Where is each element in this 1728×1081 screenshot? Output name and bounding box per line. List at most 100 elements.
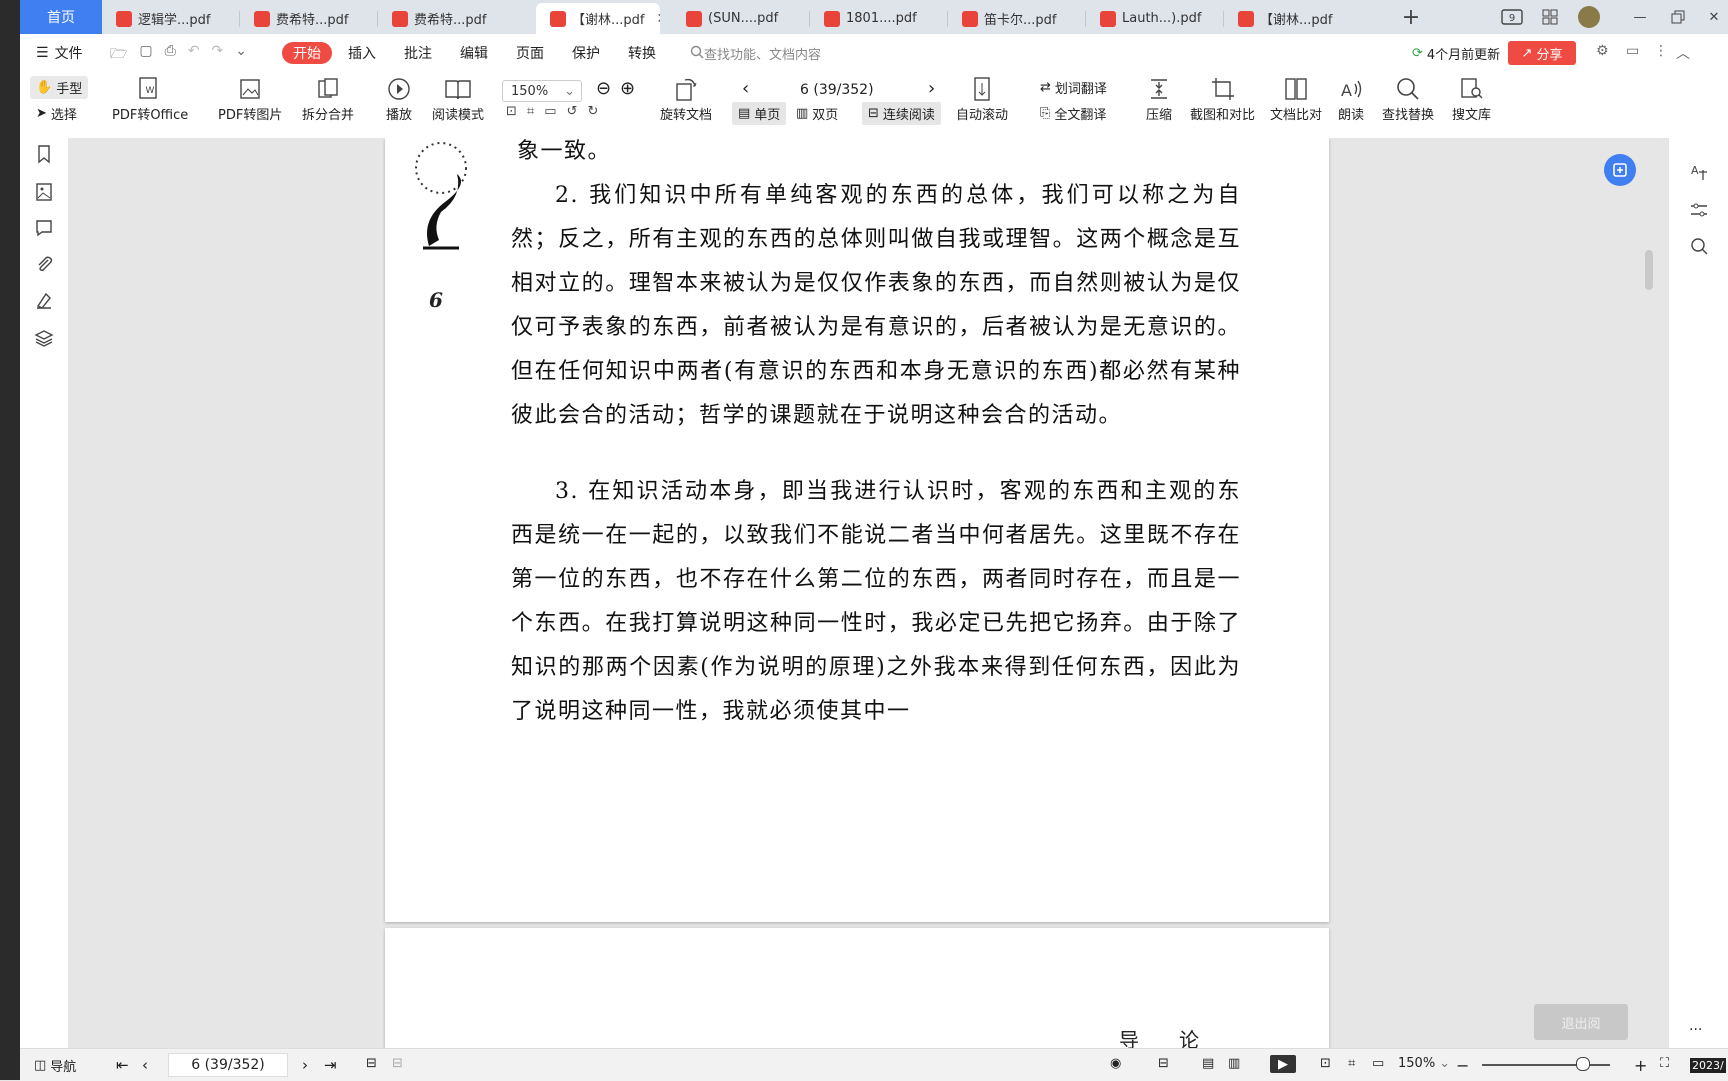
hand-tool-button[interactable]: ✋ 手型 — [30, 76, 89, 99]
layers-icon[interactable] — [34, 328, 54, 348]
search-input[interactable]: 查找功能、文档内容 — [704, 44, 821, 63]
zoom-slider[interactable] — [1482, 1064, 1610, 1066]
menu-start[interactable]: 开始 — [282, 42, 332, 64]
tab-document[interactable]: (SUN....pdf — [672, 3, 810, 34]
zoom-slider-handle[interactable] — [1576, 1057, 1590, 1071]
eye-protection-icon[interactable]: ◉ — [1110, 1056, 1121, 1071]
restore-icon[interactable] — [1666, 6, 1690, 28]
doc-compare-button[interactable]: 文档比对 — [1270, 74, 1322, 123]
prev-page-icon[interactable]: ‹ — [742, 78, 749, 99]
search-icon[interactable] — [690, 45, 704, 59]
zoom-in-icon[interactable]: + — [1634, 1056, 1647, 1075]
read-mode-button[interactable]: 阅读模式 — [432, 74, 484, 123]
next-page-icon[interactable]: › — [302, 1056, 308, 1074]
zoom-select[interactable]: 150% ⌄ — [502, 80, 582, 102]
double-view-icon[interactable]: ▥ — [1228, 1056, 1240, 1071]
tab-document[interactable]: 1801....pdf — [810, 3, 948, 34]
screenshot-compare-button[interactable]: 截图和对比 — [1190, 74, 1255, 123]
translate-icon[interactable]: A — [1689, 162, 1709, 182]
single-view-icon[interactable]: ▤ — [1202, 1056, 1214, 1071]
pdf-to-image-button[interactable]: PDF转图片 — [218, 74, 282, 123]
tab-document[interactable]: 笛卡尔...pdf — [948, 3, 1086, 34]
search-library-button[interactable]: 搜文库 — [1452, 74, 1491, 123]
zoom-level[interactable]: 150% ⌄ — [1398, 1056, 1450, 1071]
fit-width-icon[interactable]: ▭ — [544, 104, 556, 119]
actual-size-icon[interactable]: ⊡ — [506, 104, 517, 119]
zoom-out-icon[interactable]: − — [1456, 1056, 1469, 1075]
last-page-icon[interactable]: ⇥ — [324, 1056, 337, 1074]
find-replace-button[interactable]: 查找替换 — [1382, 74, 1434, 123]
double-page-button[interactable]: ▥ 双页 — [796, 104, 838, 123]
menu-convert[interactable]: 转换 — [628, 43, 656, 63]
menu-edit[interactable]: 编辑 — [460, 43, 488, 63]
file-menu[interactable]: ☰ 文件 — [36, 43, 83, 63]
redo-icon[interactable]: ↷ — [212, 43, 224, 67]
back-view-icon[interactable]: ⊟ — [366, 1056, 377, 1071]
menu-page[interactable]: 页面 — [516, 43, 544, 63]
menu-protect[interactable]: 保护 — [572, 43, 600, 63]
full-translate-button[interactable]: ⎘ 全文翻译 — [1040, 104, 1106, 123]
settings-icon[interactable]: ⚙ — [1596, 43, 1609, 59]
document-viewport[interactable]: 6 象一致。 2. 我们知识中所有单纯客观的东西的总体，我们可以称之为自然；反之… — [68, 138, 1654, 1048]
page-count-icon[interactable]: 9 — [1500, 6, 1524, 28]
continuous-read-button[interactable]: ⊟ 连续阅读 — [862, 102, 941, 125]
exit-reading-button[interactable]: 退出阅 — [1534, 1004, 1628, 1040]
tab-document-active[interactable]: 【谢林...pdf ✕ — [536, 3, 660, 34]
prev-page-icon[interactable]: ‹ — [142, 1056, 148, 1074]
tab-document[interactable]: 【谢林...pdf — [1224, 3, 1362, 34]
fit-page-icon[interactable]: ⌗ — [527, 104, 534, 119]
continuous-view-icon[interactable]: ⊟ — [1158, 1056, 1169, 1071]
fullscreen-icon[interactable]: ⛶ — [1660, 1056, 1669, 1071]
menu-annotate[interactable]: 批注 — [404, 43, 432, 63]
next-page-icon[interactable]: › — [928, 78, 935, 99]
save-icon[interactable]: ▢ — [139, 43, 152, 67]
tab-document[interactable]: Lauth...).pdf — [1086, 3, 1224, 34]
play-button[interactable]: 播放 — [386, 74, 412, 123]
play-slideshow-icon[interactable]: ▶ — [1270, 1055, 1296, 1073]
bookmark-icon[interactable] — [34, 144, 54, 164]
word-translate-button[interactable]: ⇄ 划词翻译 — [1040, 78, 1107, 97]
select-tool-button[interactable]: ➤ 选择 — [36, 104, 77, 123]
actual-size-icon[interactable]: ⊡ — [1320, 1056, 1331, 1071]
close-window-icon[interactable]: ✕ — [1702, 6, 1726, 28]
apps-grid-icon[interactable] — [1538, 6, 1562, 28]
fit-width-icon[interactable]: ▭ — [1372, 1056, 1384, 1071]
update-status[interactable]: ⟳ 4个月前更新 — [1412, 44, 1500, 63]
more-vertical-icon[interactable]: ⋮ — [1654, 43, 1668, 59]
sliders-icon[interactable] — [1689, 200, 1709, 220]
user-avatar[interactable] — [1576, 6, 1602, 28]
zoom-in-icon[interactable]: ⊕ — [620, 78, 635, 99]
page-indicator[interactable]: 6 (39/352) — [800, 82, 874, 98]
single-page-button[interactable]: ▤ 单页 — [732, 102, 787, 125]
undo-icon[interactable]: ↶ — [188, 43, 200, 67]
add-tab-icon[interactable]: + — [1398, 4, 1424, 30]
convert-float-icon[interactable] — [1604, 154, 1636, 186]
print-icon[interactable]: ⎙ — [165, 43, 176, 67]
collapse-ribbon-icon[interactable]: ︿ — [1676, 43, 1690, 63]
attachment-icon[interactable] — [34, 254, 54, 274]
minimize-icon[interactable]: — — [1628, 6, 1652, 28]
auto-scroll-button[interactable]: 自动滚动 — [956, 74, 1008, 123]
navigation-toggle[interactable]: ◫ 导航 — [34, 1056, 76, 1075]
first-page-icon[interactable]: ⇤ — [116, 1056, 129, 1074]
fit-window-icon[interactable]: ⌗ — [1348, 1056, 1355, 1071]
split-merge-button[interactable]: 拆分合并 — [302, 74, 354, 123]
more-horizontal-icon[interactable]: ··· — [1689, 1022, 1702, 1038]
tab-document[interactable]: 费希特...pdf — [378, 3, 516, 34]
forward-view-icon[interactable]: ⊟ — [392, 1056, 403, 1071]
tab-home[interactable]: 首页 — [20, 0, 102, 34]
thumbnail-icon[interactable] — [34, 182, 54, 202]
page-number-input[interactable]: 6 (39/352) — [168, 1053, 288, 1077]
rotate-document-button[interactable]: 旋转文档 — [660, 74, 712, 123]
comment-icon[interactable]: ▭ — [1626, 43, 1639, 59]
chevron-down-icon[interactable]: ⌄ — [235, 43, 247, 67]
tab-document[interactable]: 逻辑学...pdf — [102, 3, 240, 34]
menu-insert[interactable]: 插入 — [348, 43, 376, 63]
open-folder-icon[interactable]: 🗁 — [110, 43, 127, 67]
zoom-out-icon[interactable]: ⊖ — [596, 78, 611, 99]
vertical-scrollbar[interactable] — [1645, 250, 1653, 290]
compress-button[interactable]: 压缩 — [1146, 74, 1172, 123]
share-button[interactable]: ↗ 分享 — [1508, 41, 1576, 65]
signature-icon[interactable] — [34, 290, 54, 310]
close-tab-icon[interactable]: ✕ — [656, 11, 660, 27]
